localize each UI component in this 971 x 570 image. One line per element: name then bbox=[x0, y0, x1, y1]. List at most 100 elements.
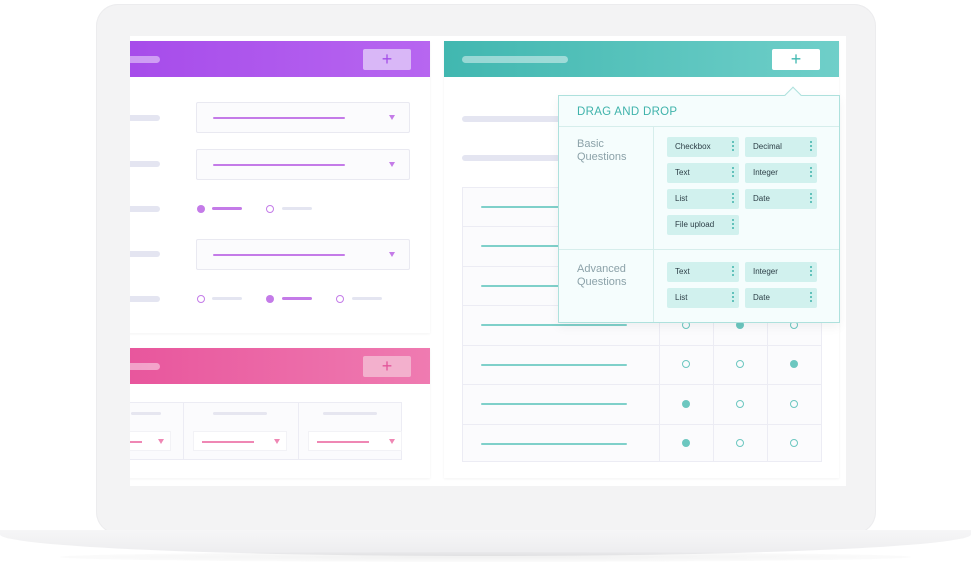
radio-unselected[interactable] bbox=[197, 295, 205, 303]
header-title-placeholder bbox=[462, 56, 568, 63]
kebab-icon[interactable] bbox=[810, 193, 812, 205]
chip-text[interactable]: Text bbox=[667, 163, 739, 183]
matrix-radio[interactable] bbox=[682, 400, 690, 408]
matrix-radio[interactable] bbox=[736, 400, 744, 408]
matrix-radio[interactable] bbox=[682, 439, 690, 447]
radio-selected[interactable] bbox=[266, 295, 274, 303]
dropdown-value-placeholder bbox=[202, 441, 254, 443]
form-panel-header: + bbox=[130, 41, 430, 77]
matrix-radio[interactable] bbox=[790, 360, 798, 368]
chip-label: List bbox=[675, 194, 688, 203]
drag-and-drop-popover: DRAG AND DROP Basic Questions Checkbox D… bbox=[558, 86, 840, 323]
radio-label-placeholder bbox=[282, 207, 312, 210]
grid-panel: + bbox=[130, 348, 430, 478]
popover-title: DRAG AND DROP bbox=[577, 106, 678, 118]
chip-checkbox[interactable]: Checkbox bbox=[667, 137, 739, 157]
laptop-screen: + + + DRAG AND DROP Basic Questions Chec… bbox=[130, 36, 846, 486]
matrix-radio[interactable] bbox=[790, 439, 798, 447]
dropdown-arrow-icon bbox=[389, 439, 395, 444]
chip-file-upload[interactable]: File upload bbox=[667, 215, 739, 235]
column-header-placeholder bbox=[131, 412, 161, 415]
kebab-icon[interactable] bbox=[732, 219, 734, 231]
chip-label: File upload bbox=[675, 220, 715, 229]
chip-label: Text bbox=[675, 168, 690, 177]
field-label-placeholder bbox=[130, 161, 160, 167]
dropdown-arrow-icon bbox=[274, 439, 280, 444]
radio-label-placeholder bbox=[212, 207, 242, 210]
chip-integer[interactable]: Integer bbox=[745, 163, 817, 183]
grid-dropdown[interactable] bbox=[193, 431, 287, 451]
chip-text[interactable]: Text bbox=[667, 262, 739, 282]
row-label-placeholder bbox=[481, 403, 627, 405]
field-label-placeholder bbox=[130, 115, 160, 121]
column-header-placeholder bbox=[323, 412, 377, 415]
header-title-placeholder bbox=[130, 363, 160, 370]
chip-decimal[interactable]: Decimal bbox=[745, 137, 817, 157]
laptop-mockup: + + + DRAG AND DROP Basic Questions Chec… bbox=[0, 0, 971, 570]
chip-integer[interactable]: Integer bbox=[745, 262, 817, 282]
grid-divider bbox=[298, 403, 299, 459]
radio-label-placeholder bbox=[212, 297, 242, 300]
matrix-radio[interactable] bbox=[736, 360, 744, 368]
dropdown-value-placeholder bbox=[213, 164, 345, 166]
dropdown-arrow-icon bbox=[389, 115, 395, 120]
grid-divider bbox=[463, 384, 821, 385]
field-label-placeholder bbox=[130, 296, 160, 302]
dropdown-value-placeholder bbox=[213, 254, 345, 256]
kebab-icon[interactable] bbox=[810, 266, 812, 278]
chip-label: Checkbox bbox=[675, 142, 711, 151]
row-label-placeholder bbox=[481, 443, 627, 445]
row-label-placeholder bbox=[481, 324, 627, 326]
grid-dropdown[interactable] bbox=[130, 431, 171, 451]
grid-dropdown[interactable] bbox=[308, 431, 402, 451]
radio-selected[interactable] bbox=[197, 205, 205, 213]
add-button[interactable]: + bbox=[363, 49, 411, 70]
chip-list[interactable]: List bbox=[667, 189, 739, 209]
chip-label: Date bbox=[753, 194, 770, 203]
add-question-button[interactable]: + bbox=[772, 49, 820, 70]
matrix-radio[interactable] bbox=[790, 400, 798, 408]
kebab-icon[interactable] bbox=[810, 292, 812, 304]
header-title-placeholder bbox=[130, 56, 160, 63]
chip-list[interactable]: List bbox=[667, 288, 739, 308]
dropdown-field[interactable] bbox=[196, 149, 410, 180]
field-label-placeholder bbox=[130, 206, 160, 212]
chip-date[interactable]: Date bbox=[745, 189, 817, 209]
chip-date[interactable]: Date bbox=[745, 288, 817, 308]
divider bbox=[653, 127, 654, 322]
chip-label: Text bbox=[675, 267, 690, 276]
dropdown-grid bbox=[130, 402, 402, 460]
question-panel-header: + bbox=[444, 41, 839, 77]
kebab-icon[interactable] bbox=[732, 266, 734, 278]
grid-panel-header: + bbox=[130, 348, 430, 384]
dropdown-value-placeholder bbox=[213, 117, 345, 119]
kebab-icon[interactable] bbox=[810, 141, 812, 153]
kebab-icon[interactable] bbox=[732, 193, 734, 205]
chip-label: Integer bbox=[753, 168, 778, 177]
matrix-radio[interactable] bbox=[736, 439, 744, 447]
radio-unselected[interactable] bbox=[336, 295, 344, 303]
dropdown-value-placeholder bbox=[130, 441, 142, 443]
field-label-placeholder bbox=[130, 251, 160, 257]
radio-label-placeholder bbox=[282, 297, 312, 300]
chip-label: Decimal bbox=[753, 142, 782, 151]
kebab-icon[interactable] bbox=[732, 292, 734, 304]
kebab-icon[interactable] bbox=[732, 141, 734, 153]
kebab-icon[interactable] bbox=[810, 167, 812, 179]
dropdown-field[interactable] bbox=[196, 102, 410, 133]
matrix-radio[interactable] bbox=[682, 360, 690, 368]
grid-divider bbox=[183, 403, 184, 459]
text-placeholder bbox=[462, 155, 572, 161]
chip-label: List bbox=[675, 293, 688, 302]
radio-unselected[interactable] bbox=[266, 205, 274, 213]
grid-divider bbox=[463, 424, 821, 425]
add-button[interactable]: + bbox=[363, 356, 411, 377]
dropdown-value-placeholder bbox=[317, 441, 369, 443]
row-label-placeholder bbox=[481, 364, 627, 366]
grid-divider bbox=[463, 345, 821, 346]
dropdown-arrow-icon bbox=[389, 162, 395, 167]
kebab-icon[interactable] bbox=[732, 167, 734, 179]
divider bbox=[559, 126, 839, 127]
section-label-advanced-questions: Advanced Questions bbox=[577, 263, 627, 288]
dropdown-field[interactable] bbox=[196, 239, 410, 270]
